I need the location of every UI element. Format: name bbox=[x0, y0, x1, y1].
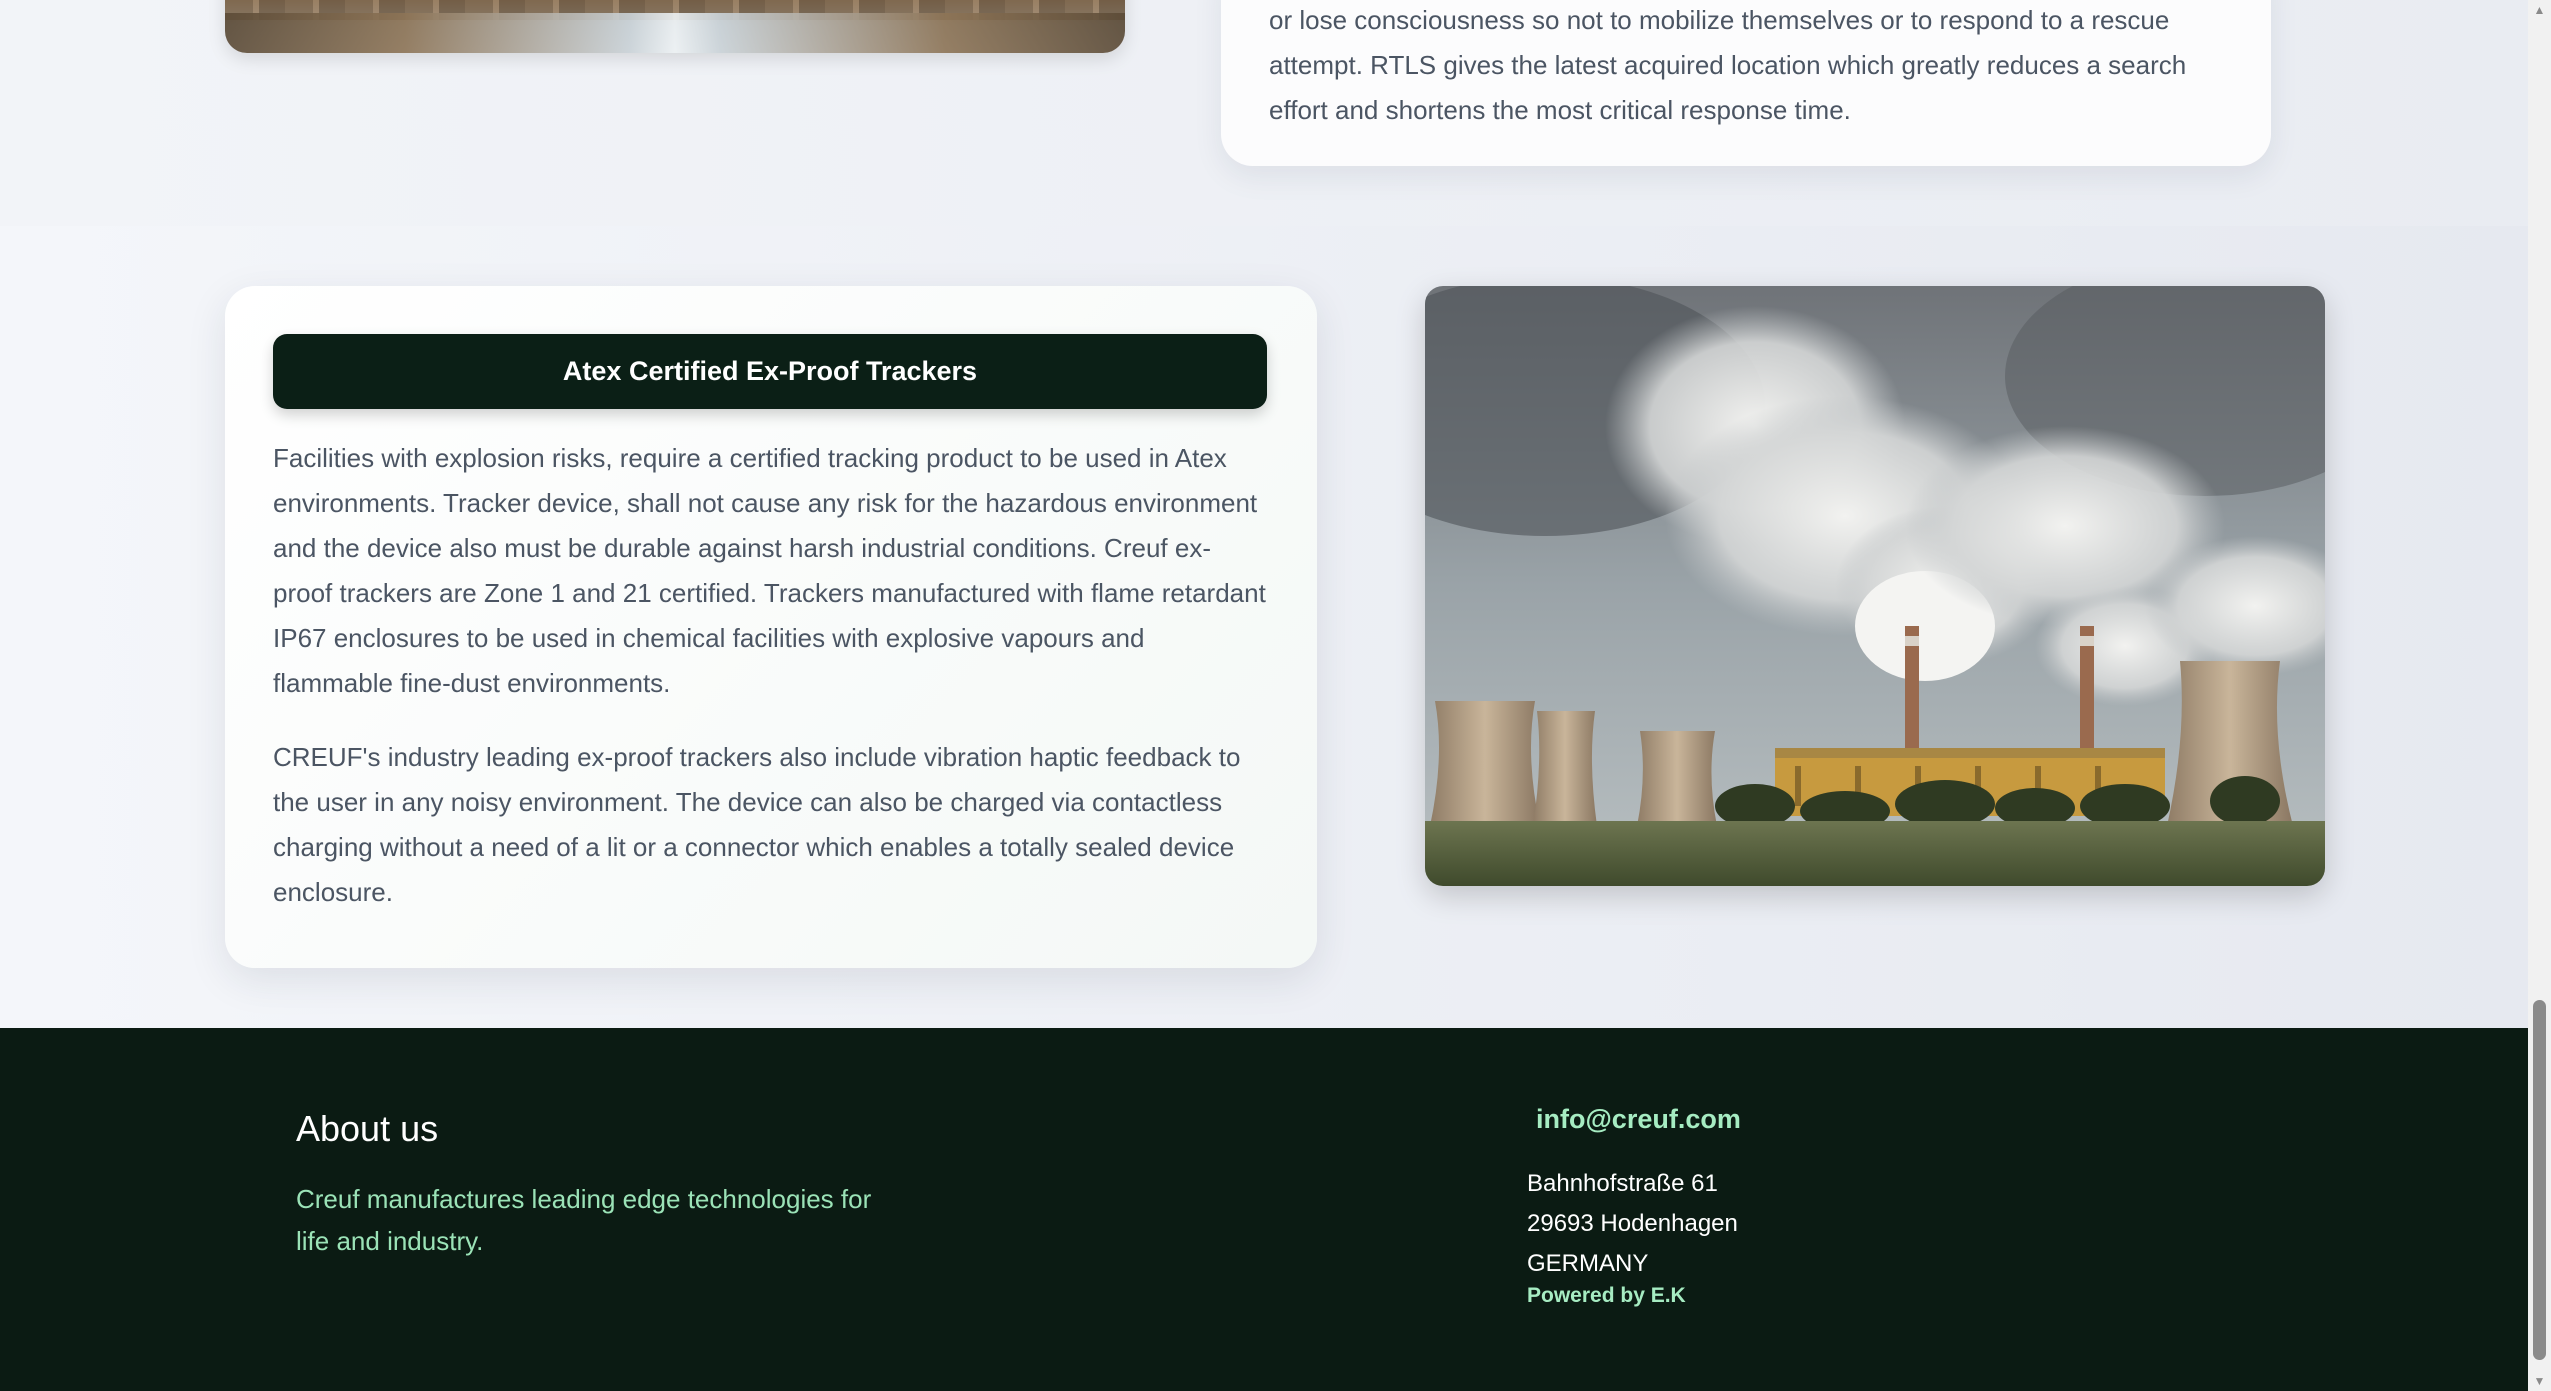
address-country: GERMANY bbox=[1527, 1250, 1649, 1277]
powered-by[interactable]: Powered by E.K bbox=[1527, 1284, 1686, 1308]
power-plant-image bbox=[1425, 286, 2325, 886]
scroll-up-arrow-icon[interactable]: ▲ bbox=[2528, 0, 2551, 20]
address-city: 29693 Hodenhagen bbox=[1527, 1210, 1738, 1237]
address: Bahnhofstraße 61 29693 Hodenhagen GERMAN… bbox=[1527, 1164, 1738, 1284]
rtls-text: or lose consciousness so not to mobilize… bbox=[1269, 5, 2187, 125]
rtls-section: or lose consciousness so not to mobilize… bbox=[0, 0, 2528, 226]
about-text: Creuf manufactures leading edge technolo… bbox=[296, 1184, 872, 1256]
footer: About us Creuf manufactures leading edge… bbox=[0, 1028, 2528, 1391]
page: or lose consciousness so not to mobilize… bbox=[0, 0, 2528, 1391]
atex-section: Atex Certified Ex-Proof Trackers Facilit… bbox=[0, 226, 2528, 1028]
about-title: About us bbox=[296, 1108, 439, 1149]
address-street: Bahnhofstraße 61 bbox=[1527, 1170, 1718, 1197]
atex-title: Atex Certified Ex-Proof Trackers bbox=[273, 334, 1267, 409]
power-plant-illustration bbox=[1425, 286, 2325, 886]
atex-card: Atex Certified Ex-Proof Trackers Facilit… bbox=[225, 286, 1317, 968]
warehouse-aisle bbox=[225, 13, 1125, 53]
rtls-card: or lose consciousness so not to mobilize… bbox=[1221, 0, 2271, 166]
warehouse-image bbox=[225, 0, 1125, 53]
email-link[interactable]: info@creuf.com bbox=[1536, 1104, 1741, 1135]
scroll-thumb[interactable] bbox=[2533, 1000, 2546, 1360]
scroll-down-arrow-icon[interactable]: ▼ bbox=[2528, 1371, 2551, 1391]
atex-paragraph-1: Facilities with explosion risks, require… bbox=[273, 443, 1266, 698]
scrollbar[interactable]: ▲ ▼ bbox=[2528, 0, 2551, 1391]
atex-paragraph-2: CREUF's industry leading ex-proof tracke… bbox=[273, 742, 1241, 907]
